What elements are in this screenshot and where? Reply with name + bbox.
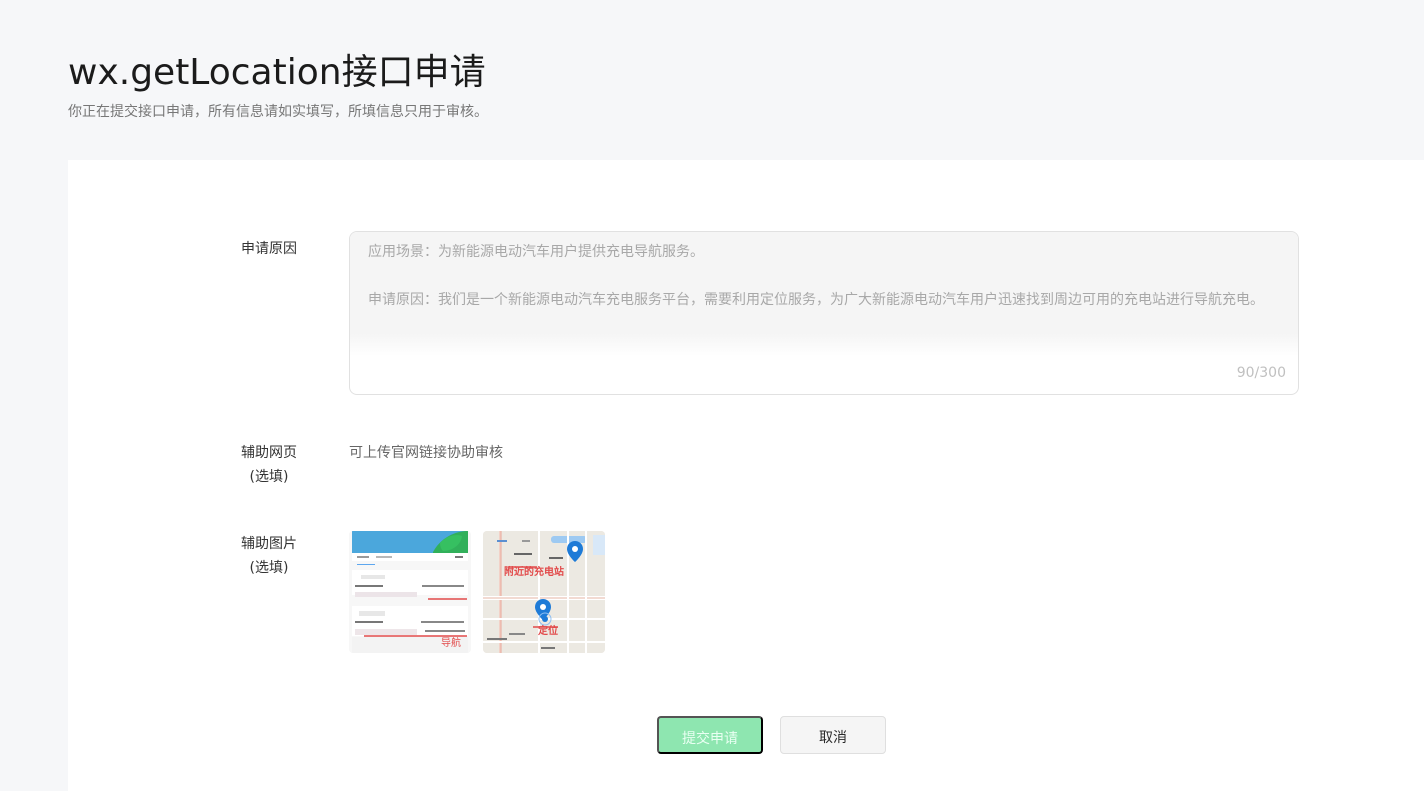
images-label: 辅助图片 (选填) [234,532,304,580]
navigation-screenshot-image [349,531,471,653]
page-subtitle: 你正在提交接口申请，所有信息请如实填写，所填信息只用于审核。 [68,104,488,120]
reason-label: 申请原因 [241,241,297,257]
reason-text[interactable]: 应用场景：为新能源电动汽车用户提供充电导航服务。 申请原因：我们是一个新能源电动… [368,240,1280,312]
website-label-line2: (选填) [249,469,289,485]
locate-annotation: 定位 [538,626,558,637]
page-title: wx.getLocation接口申请 [68,52,486,93]
character-counter: 90/300 [1236,365,1286,381]
application-form-panel: 申请原因 应用场景：为新能源电动汽车用户提供充电导航服务。 申请原因：我们是一个… [68,160,1424,791]
page: wx.getLocation接口申请 你正在提交接口申请，所有信息请如实填写，所… [0,0,1424,791]
reason-row: 申请原因 应用场景：为新能源电动汽车用户提供充电导航服务。 申请原因：我们是一个… [68,231,1424,396]
navigation-annotation: 导航 [441,638,461,649]
website-row: 辅助网页 (选填) 可上传官网链接协助审核 [68,437,1424,497]
website-helper-text: 可上传官网链接协助审核 [349,445,503,461]
images-label-line1: 辅助图片 [241,536,297,552]
nearby-stations-annotation: 附近的充电站 [504,567,564,578]
images-row: 辅助图片 (选填) 导航 附近的充电站 定位 [68,528,1424,663]
website-label-line1: 辅助网页 [241,445,297,461]
cancel-button[interactable]: 取消 [780,716,886,754]
form-actions: 提交申请 取消 [657,716,897,756]
reason-textarea-content: 应用场景：为新能源电动汽车用户提供充电导航服务。 申请原因：我们是一个新能源电动… [350,232,1298,356]
navigation-screenshot-thumbnail[interactable]: 导航 [349,531,471,653]
website-label: 辅助网页 (选填) [234,441,304,489]
submit-application-button[interactable]: 提交申请 [657,716,763,754]
images-label-line2: (选填) [249,560,289,576]
map-screenshot-thumbnail[interactable]: 附近的充电站 定位 [483,531,605,653]
page-header: wx.getLocation接口申请 你正在提交接口申请，所有信息请如实填写，所… [68,48,1268,122]
reason-textarea[interactable]: 应用场景：为新能源电动汽车用户提供充电导航服务。 申请原因：我们是一个新能源电动… [349,231,1299,395]
